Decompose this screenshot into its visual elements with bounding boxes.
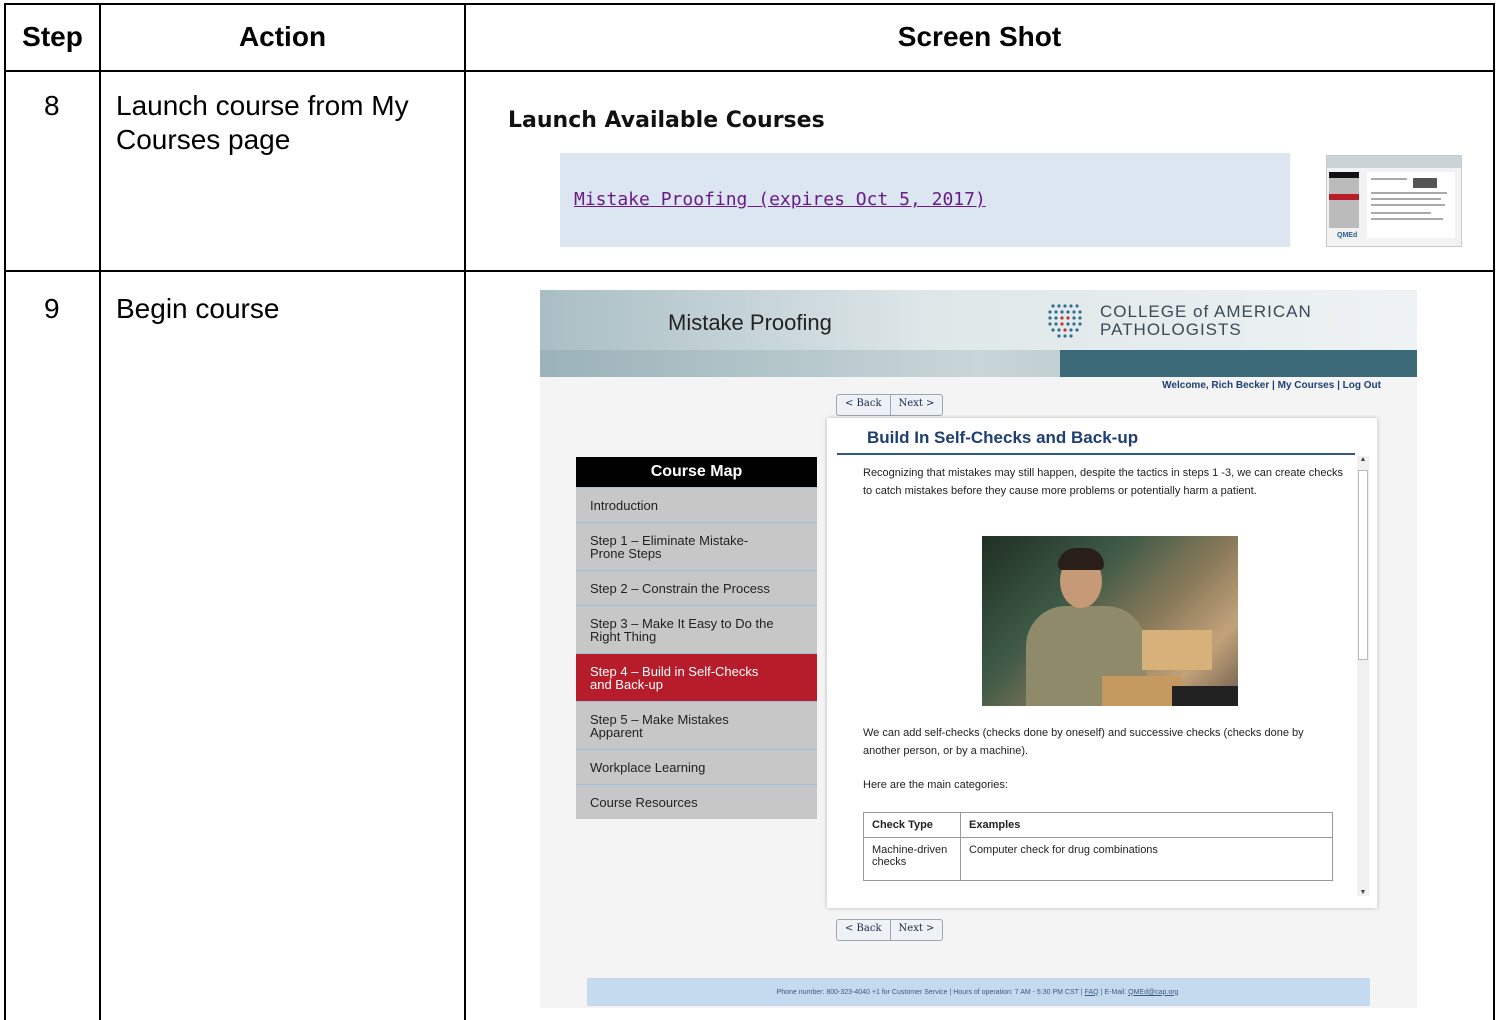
- lesson-content-panel: Build In Self-Checks and Back-up Recogni…: [827, 418, 1377, 908]
- course-map-item-step-5[interactable]: Step 5 – Make Mistakes Apparent: [576, 701, 817, 749]
- step-number-9: 9: [44, 293, 60, 324]
- launch-courses-title: Launch Available Courses: [508, 108, 825, 133]
- table-border-row8: [4, 270, 1495, 272]
- lesson-heading: Build In Self-Checks and Back-up: [867, 428, 1139, 447]
- table-cell-check-type: Machine-driven checks: [863, 837, 961, 881]
- welcome-text: Welcome, Rich Becker |: [1162, 380, 1275, 391]
- scroll-up-icon[interactable]: ▲: [1357, 456, 1369, 463]
- course-map-title: Course Map: [576, 457, 817, 487]
- banner-strip-dark: [1060, 350, 1417, 377]
- lesson-scrollbar[interactable]: ▲ ▼: [1357, 456, 1369, 896]
- next-button-top[interactable]: Next >: [889, 395, 943, 415]
- course-title: Mistake Proofing: [668, 310, 832, 335]
- action-text-8-line2: Courses page: [116, 124, 291, 155]
- course-map-item-introduction[interactable]: Introduction: [576, 487, 817, 522]
- table-border-col2: [464, 3, 466, 1020]
- lesson-paragraph-3: Here are the main categories:: [863, 779, 1008, 791]
- document-page: Step Action Screen Shot 8 Launch course …: [0, 0, 1499, 1020]
- lab-worker-photo: [982, 536, 1238, 706]
- table-header-row: Check Type Examples: [863, 812, 1333, 838]
- course-map-item-course-resources[interactable]: Course Resources: [576, 784, 817, 819]
- footer-faq-link[interactable]: FAQ: [1085, 989, 1099, 996]
- course-footer: Phone number: 800-323-4040 +1 for Custom…: [587, 978, 1370, 1006]
- footer-text: Phone number: 800-323-4040 +1 for Custom…: [776, 988, 1083, 996]
- course-map-item-step-1[interactable]: Step 1 – Eliminate Mistake- Prone Steps: [576, 522, 817, 570]
- cap-logo-line2: PATHOLOGISTS: [1100, 320, 1242, 339]
- table-border-header: [4, 70, 1495, 72]
- cap-logo-icon: [1048, 304, 1082, 338]
- log-out-link[interactable]: Log Out: [1343, 380, 1381, 391]
- welcome-bar: Welcome, Rich Becker | My Courses | Log …: [1162, 380, 1381, 391]
- table-border-left: [4, 3, 6, 1020]
- action-text-8-line1: Launch course from My: [116, 90, 409, 121]
- top-nav-buttons: < Back Next >: [836, 394, 944, 416]
- course-map: Course Map Introduction Step 1 – Elimina…: [576, 457, 817, 819]
- footer-email-link[interactable]: QMEd@cap.org: [1128, 989, 1178, 996]
- scroll-down-icon[interactable]: ▼: [1357, 889, 1369, 896]
- table-cell-examples: Computer check for drug combinations: [960, 837, 1333, 881]
- scrollbar-thumb[interactable]: [1358, 470, 1368, 660]
- course-screenshot: Mistake Proofing COLLEGE of AMERICAN PAT…: [540, 290, 1417, 1008]
- table-border-col1: [99, 3, 101, 1020]
- course-map-item-step-4[interactable]: Step 4 – Build in Self-Checks and Back-up: [576, 653, 817, 701]
- table-header-check-type: Check Type: [863, 812, 961, 838]
- course-map-item-workplace-learning[interactable]: Workplace Learning: [576, 749, 817, 784]
- header-step: Step: [22, 21, 83, 52]
- next-button-bottom[interactable]: Next >: [889, 920, 943, 940]
- thumbnail-image: [1413, 178, 1437, 188]
- welcome-separator: |: [1337, 380, 1340, 391]
- lesson-paragraph-2: We can add self-checks (checks done by o…: [863, 727, 1304, 757]
- thumbnail-logo: QMEd: [1337, 232, 1358, 239]
- course-launch-link[interactable]: Mistake Proofing (expires Oct 5, 2017): [574, 189, 986, 210]
- table-header-examples: Examples: [960, 812, 1333, 838]
- table-row: Machine-driven checks Computer check for…: [863, 837, 1333, 881]
- table-border-right: [1493, 3, 1495, 1020]
- cap-logo-text: COLLEGE of AMERICAN PATHOLOGISTS: [1100, 303, 1312, 339]
- back-button-bottom[interactable]: < Back: [837, 920, 890, 940]
- header-screenshot: Screen Shot: [897, 21, 1062, 52]
- step-number-8: 8: [44, 90, 60, 121]
- cap-logo-line1: COLLEGE of AMERICAN: [1100, 302, 1312, 321]
- course-thumbnail[interactable]: QMEd: [1326, 155, 1462, 247]
- bottom-nav-buttons: < Back Next >: [836, 919, 944, 941]
- lesson-paragraph-1: Recognizing that mistakes may still happ…: [863, 467, 1343, 497]
- action-text-9: Begin course: [116, 293, 280, 324]
- thumbnail-header: [1327, 156, 1461, 168]
- header-action: Action: [238, 21, 327, 52]
- course-map-item-step-3[interactable]: Step 3 – Make It Easy to Do the Right Thi…: [576, 605, 817, 653]
- thumbnail-sidebar: [1329, 172, 1359, 228]
- my-courses-link[interactable]: My Courses: [1278, 380, 1335, 391]
- back-button-top[interactable]: < Back: [837, 395, 890, 415]
- course-map-item-step-2[interactable]: Step 2 – Constrain the Process: [576, 570, 817, 605]
- check-types-table: Check Type Examples Machine-driven check…: [863, 812, 1333, 881]
- footer-email-label: | E-Mail:: [1100, 988, 1127, 996]
- lesson-heading-rule: [837, 453, 1355, 455]
